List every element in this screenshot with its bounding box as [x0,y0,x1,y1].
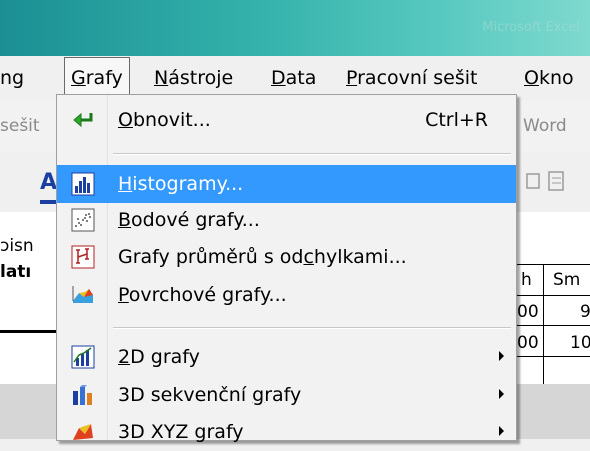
header-cell-h[interactable]: h [521,270,532,290]
grid-line [515,325,590,326]
scatterplot-icon [71,208,95,232]
thick-border [0,330,56,333]
menu-item-partial[interactable]: ng [0,56,24,100]
grafy-dropdown-menu: Obnovit... Ctrl+R Histogramy... Bodové g… [56,94,517,443]
table-cell[interactable]: 00 [517,302,539,322]
menu-separator [113,327,511,329]
grid-line [515,295,590,296]
submenu-arrow-icon [499,426,504,436]
menu-separator [113,153,511,155]
sheet-text-1: ɔisn [0,236,34,256]
toolbar-icons-partial[interactable] [525,168,585,198]
menu-item-2d-grafy[interactable]: 2D grafy [57,338,516,376]
table-cell[interactable]: 00 [517,333,539,353]
menu-item-povrchove-grafy[interactable]: Povrchové grafy... [57,276,516,314]
grid-line [515,356,590,357]
menu-item-3d-sekvencni-grafy[interactable]: 3D sekvenční grafy [57,376,516,414]
submenu-arrow-icon [499,351,504,361]
title-bar: Microsoft Excel [0,0,590,56]
table-cell[interactable]: 9 [580,302,590,322]
menu-okno[interactable]: Okno [524,56,574,100]
error-bar-icon [71,245,95,269]
table-cell[interactable]: 10 [570,333,590,353]
menu-item-bodove-grafy[interactable]: Bodové grafy... [57,201,516,239]
toolbar-left-text[interactable]: sešit [0,100,40,152]
menu-item-obnovit[interactable]: Obnovit... Ctrl+R [57,101,516,139]
menu-item-grafy-prumeru[interactable]: Grafy průměrů s odchylkami... [57,238,516,276]
3d-xyz-graph-icon [73,424,93,440]
toolbar-word-button[interactable]: Word [523,100,567,152]
2d-graph-icon [71,345,95,369]
3d-sequential-graph-icon [73,385,92,405]
surface-plot-icon [72,286,93,303]
header-cell-sm[interactable]: Sm [553,270,580,290]
menu-item-histogramy[interactable]: Histogramy... [57,165,516,203]
grid-line [543,264,544,384]
refresh-arrow-icon [73,112,93,128]
sheet-text-2: latı [0,262,32,282]
menu-grafy[interactable]: Grafy [64,57,130,99]
menu-item-3d-xyz-grafy[interactable]: 3D XYZ grafy [57,413,516,451]
grid-line [515,264,590,265]
shortcut-label: Ctrl+R [425,109,488,131]
histogram-icon [71,172,95,196]
window-title: Microsoft Excel [482,20,580,35]
submenu-arrow-icon [499,389,504,399]
